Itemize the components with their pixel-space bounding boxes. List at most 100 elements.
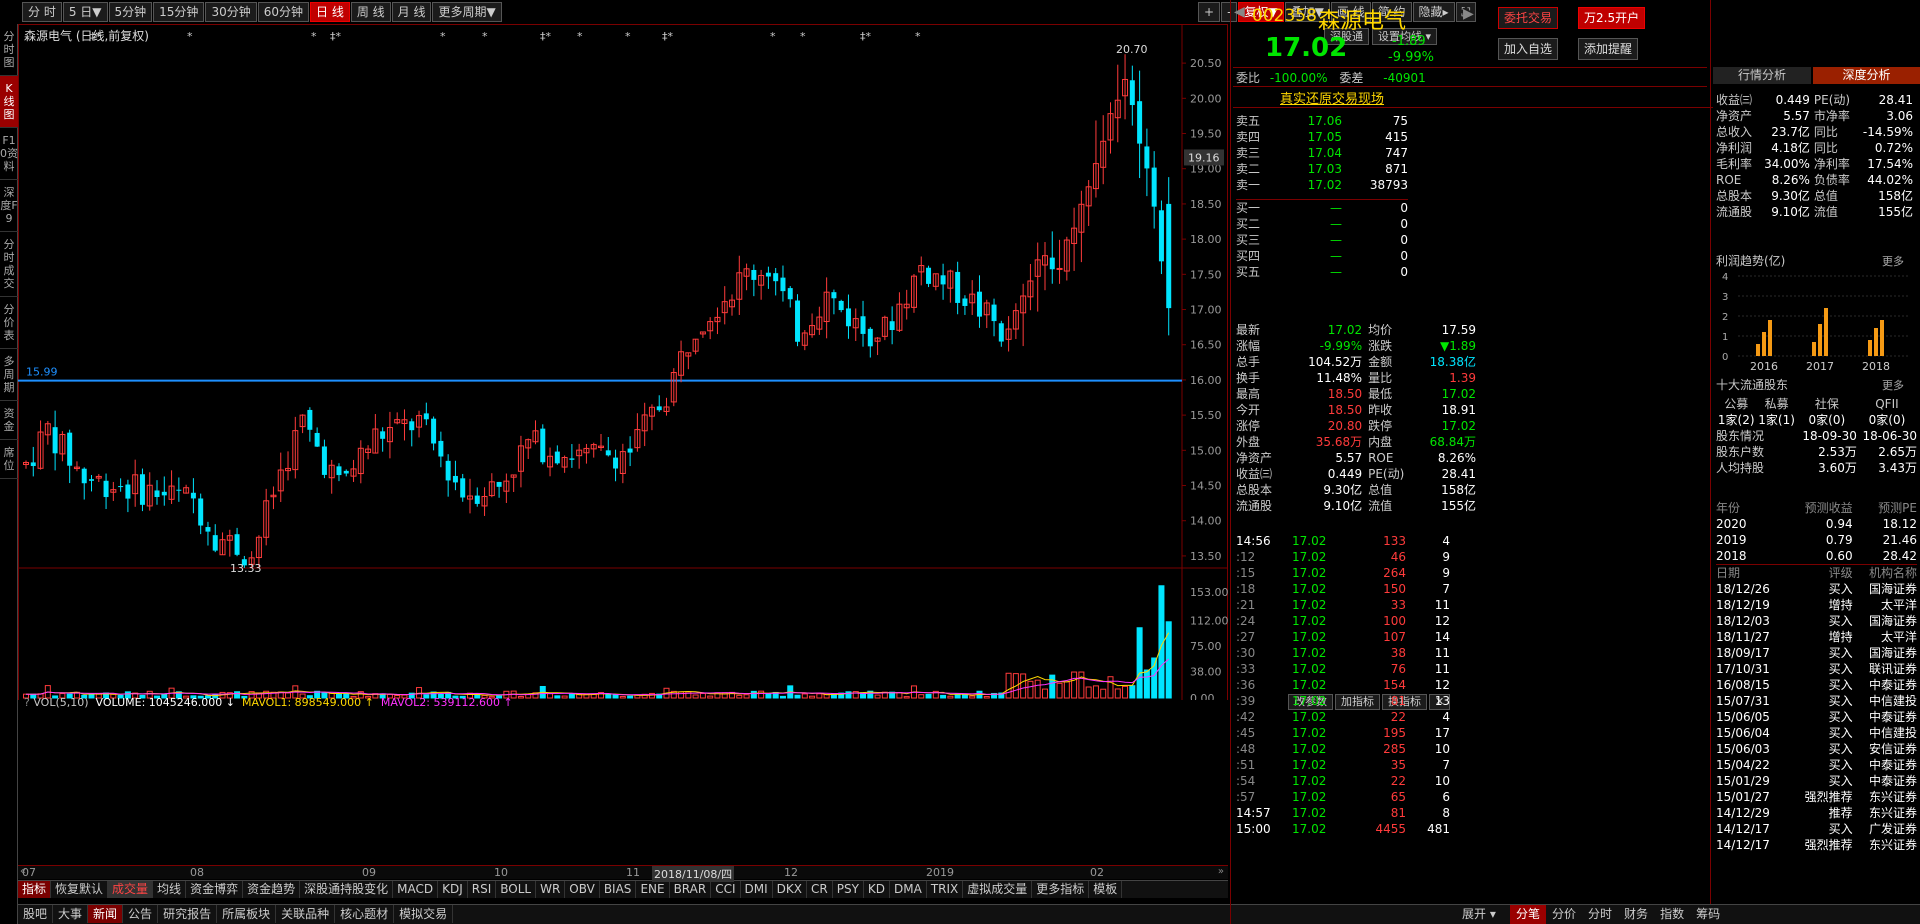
indicator-tab-12[interactable]: OBV <box>565 881 600 898</box>
indicator-tab-10[interactable]: BOLL <box>496 881 537 898</box>
indicator-tab-20[interactable]: PSY <box>833 881 864 898</box>
period-0-button[interactable]: 分 时 <box>22 2 62 22</box>
left-tab-4[interactable]: 分时成交 <box>0 232 18 297</box>
bottom-tab-3[interactable]: 公告 <box>123 905 159 923</box>
indicator-tab-22[interactable]: DMA <box>890 881 927 898</box>
period-3-button[interactable]: 15分钟 <box>153 2 205 22</box>
period-5-button[interactable]: 60分钟 <box>257 2 309 22</box>
event-marker[interactable]: * <box>482 30 488 43</box>
left-tab-7[interactable]: 资金 <box>0 401 18 440</box>
indicator-tab-25[interactable]: 更多指标 <box>1032 881 1090 898</box>
event-marker[interactable]: ‡* <box>330 30 342 43</box>
indicator-tab-14[interactable]: ENE <box>636 881 670 898</box>
indicator-tab-9[interactable]: RSI <box>468 881 497 898</box>
indicator-tab-0[interactable]: 指标 <box>18 881 52 898</box>
period-1-button[interactable]: 5 日▼ <box>62 2 108 22</box>
left-tab-0[interactable]: 分时图 <box>0 24 18 76</box>
left-tab-1[interactable]: K线图 <box>0 76 18 128</box>
holders-head-cell: 私募 <box>1764 397 1789 411</box>
bottom-tab-4[interactable]: 研究报告 <box>158 905 218 923</box>
detail-tab-5[interactable]: 筹码 <box>1690 905 1726 924</box>
period-9-button[interactable]: 更多周期▼ <box>432 2 502 22</box>
open-account-button[interactable]: 万2.5开户 <box>1578 7 1646 29</box>
profit-more-link[interactable]: 更多 <box>1882 253 1904 269</box>
indicator-tab-11[interactable]: WR <box>536 881 566 898</box>
detail-tab-3[interactable]: 财务 <box>1618 905 1654 924</box>
left-tab-6[interactable]: 多周期 <box>0 349 18 401</box>
left-tab-5[interactable]: 分价表 <box>0 297 18 349</box>
indicator-tab-26[interactable]: 模板 <box>1089 881 1123 898</box>
period-4-button[interactable]: 30分钟 <box>205 2 257 22</box>
detail-tab-4[interactable]: 指数 <box>1654 905 1690 924</box>
indicator-tab-6[interactable]: 深股通持股变化 <box>300 881 394 898</box>
add-watch-button[interactable]: 加入自选 <box>1498 38 1559 60</box>
detail-tab-0[interactable]: 分笔 <box>1510 905 1547 924</box>
left-tab-3[interactable]: 深度F9 <box>0 180 18 232</box>
detail-tab-2[interactable]: 分时 <box>1582 905 1618 924</box>
tab-quote-analysis[interactable]: 行情分析 <box>1713 67 1811 84</box>
indicator-tab-18[interactable]: DKX <box>773 881 807 898</box>
add-alert-button[interactable]: 添加提醒 <box>1578 38 1639 60</box>
indicator-tab-5[interactable]: 资金趋势 <box>243 881 301 898</box>
indicator-tab-7[interactable]: MACD <box>393 881 439 898</box>
candle-body <box>569 458 575 460</box>
event-marker[interactable]: * <box>187 30 193 43</box>
indicator-tab-21[interactable]: KD <box>864 881 891 898</box>
replay-link[interactable]: 真实还原交易现场 <box>1280 88 1384 107</box>
event-marker[interactable]: ‡* <box>860 30 872 43</box>
holders-more-link[interactable]: 更多 <box>1882 377 1904 393</box>
candle-body <box>780 277 786 292</box>
detail-tab-1[interactable]: 分价 <box>1546 905 1582 924</box>
expand-button[interactable]: 展开 ▾ <box>1462 905 1496 922</box>
event-marker[interactable]: * <box>577 30 583 43</box>
bottom-tab-6[interactable]: 关联品种 <box>276 905 336 923</box>
bottom-tab-5[interactable]: 所属板块 <box>217 905 277 923</box>
event-marker[interactable]: * <box>800 30 806 43</box>
left-tab-2[interactable]: F10资料 <box>0 128 18 180</box>
event-marker[interactable]: ‡* <box>540 30 552 43</box>
trade-price: 17.02 <box>1292 774 1327 788</box>
tool-6-button[interactable]: 隐藏▸ <box>1412 2 1455 22</box>
bottom-tab-7[interactable]: 核心题材 <box>335 905 395 923</box>
indicator-tab-13[interactable]: BIAS <box>600 881 637 898</box>
indicator-tab-8[interactable]: KDJ <box>438 881 468 898</box>
kline-chart[interactable]: 20.5020.0019.5019.0018.5018.0017.5017.00… <box>18 24 1228 700</box>
event-marker[interactable]: * <box>915 30 921 43</box>
scroll-left-icon[interactable]: « <box>20 866 26 877</box>
period-8-button[interactable]: 月 线 <box>391 2 432 22</box>
event-marker[interactable]: ‡* <box>662 30 674 43</box>
trade-time: :15 <box>1236 566 1256 580</box>
bottom-tab-0[interactable]: 股吧 <box>18 905 54 923</box>
entrust-button[interactable]: 委托交易 <box>1498 7 1559 29</box>
indicator-tab-16[interactable]: CCI <box>711 881 741 898</box>
indicator-tab-3[interactable]: 均线 <box>153 881 187 898</box>
event-marker[interactable]: * <box>770 30 776 43</box>
period-7-button[interactable]: 周 线 <box>350 2 391 22</box>
indicator-tab-1[interactable]: 恢复默认 <box>51 881 109 898</box>
event-marker[interactable]: * <box>311 30 317 43</box>
event-marker[interactable]: * <box>440 30 446 43</box>
bottom-tab-8[interactable]: 模拟交易 <box>394 905 454 923</box>
indicator-tab-4[interactable]: 资金博弈 <box>186 881 244 898</box>
indicator-tab-23[interactable]: TRIX <box>927 881 964 898</box>
period-6-button[interactable]: 日 线 <box>310 2 350 22</box>
indicator-tab-15[interactable]: BRAR <box>670 881 712 898</box>
financial-summary: 收益㈢ 0.449 PE(动) 28.41 净资产 5.57 市净率 3.06 总收入 23.7亿… <box>1716 92 1917 220</box>
next-arrow-icon[interactable]: ▶ <box>1463 6 1474 22</box>
event-marker[interactable]: * <box>625 30 631 43</box>
volume-bar <box>925 693 932 699</box>
period-2-button[interactable]: 5分钟 <box>108 2 153 22</box>
help-icon[interactable]: ? <box>24 696 30 709</box>
indicator-tab-17[interactable]: DMI <box>741 881 773 898</box>
scroll-right-icon[interactable]: » <box>1218 866 1224 877</box>
prev-arrow-icon[interactable]: ◀ <box>1234 4 1246 20</box>
left-tab-8[interactable]: 席位 <box>0 440 18 479</box>
tool-0-button[interactable]: + <box>1198 2 1221 22</box>
tab-deep-analysis[interactable]: 深度分析 <box>1813 67 1920 84</box>
indicator-tab-2[interactable]: 成交量 <box>108 881 154 898</box>
info-value: -9.99% <box>1319 339 1363 353</box>
bottom-tab-2[interactable]: 新闻 <box>88 905 124 923</box>
indicator-tab-24[interactable]: 虚拟成交量 <box>963 881 1033 898</box>
bottom-tab-1[interactable]: 大事 <box>53 905 89 923</box>
indicator-tab-19[interactable]: CR <box>807 881 833 898</box>
